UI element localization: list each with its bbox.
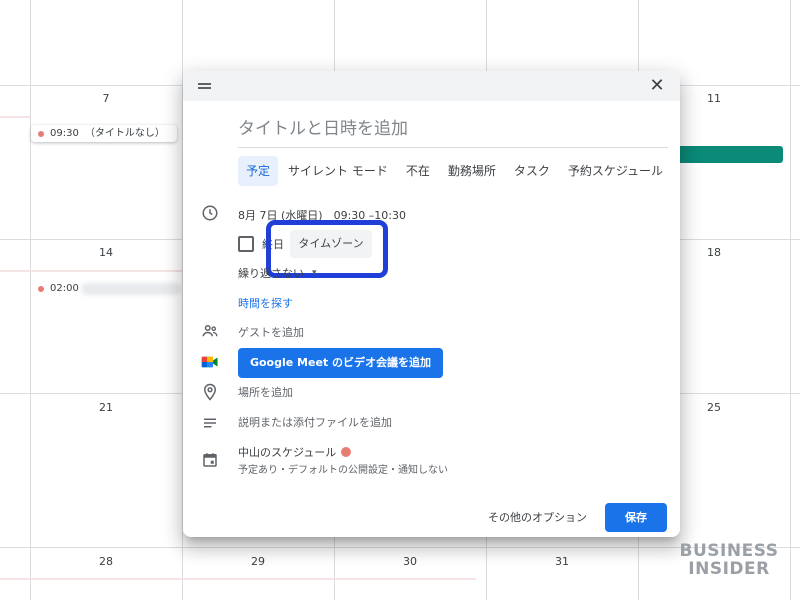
repeat-select[interactable]: 繰り返さない ▾ (238, 265, 317, 281)
tab-event[interactable]: 予定 (238, 156, 279, 186)
calendar-color-dot (341, 447, 352, 457)
tab-out-of-office[interactable]: 不在 (398, 156, 438, 186)
event-chip[interactable]: 02:00 (38, 281, 181, 297)
event-time: 09:30 (50, 127, 79, 139)
location-pin-icon (201, 383, 221, 403)
add-google-meet-button[interactable]: Google Meet のビデオ会議を追加 (238, 348, 443, 378)
day-number[interactable]: 21 (86, 401, 126, 414)
people-icon (201, 322, 221, 342)
event-time: 02:00 (50, 283, 79, 294)
add-location-row[interactable]: 場所を追加 (238, 384, 293, 400)
find-time-row[interactable]: 時間を探す (238, 295, 293, 311)
add-guests-text[interactable]: ゲストを追加 (238, 324, 304, 340)
day-number[interactable]: 7 (86, 92, 126, 105)
close-icon[interactable]: ✕ (648, 77, 666, 95)
tab-focus[interactable]: サイレント モード (280, 156, 396, 186)
add-description-row[interactable]: 説明または添付ファイルを追加 (238, 414, 392, 430)
day-number[interactable]: 29 (238, 555, 278, 568)
event-chip[interactable]: 09:30 （タイトルなし） (31, 125, 177, 142)
add-location-text[interactable]: 場所を追加 (238, 384, 293, 400)
all-day-label: 終日 (262, 238, 284, 251)
day-number[interactable]: 30 (390, 555, 430, 568)
more-options-button[interactable]: その他のオプション (488, 509, 587, 525)
event-type-tabs: 予定 サイレント モード 不在 勤務場所 タスク 予約スケジュール (238, 156, 673, 186)
day-number[interactable]: 11 (694, 92, 734, 105)
day-number[interactable]: 18 (694, 246, 734, 259)
find-time-link[interactable]: 時間を探す (238, 295, 293, 311)
google-meet-icon (201, 354, 221, 374)
event-color-dot (38, 130, 44, 137)
repeat-label: 繰り返さない (238, 267, 304, 280)
calendar-name: 中山のスケジュール (238, 446, 337, 459)
description-icon (201, 414, 221, 434)
calendar-detail: 予定あり・デフォルトの公開設定・通知しない (238, 465, 448, 476)
tab-working-location[interactable]: 勤務場所 (440, 156, 504, 186)
tab-task[interactable]: タスク (506, 156, 558, 186)
date-time-text[interactable]: 8月 7日 (水曜日) 09:30 –10:30 (238, 207, 406, 223)
blurred-event-title (80, 283, 181, 295)
watermark-line2: INSIDER (688, 559, 770, 579)
drag-handle-icon[interactable] (198, 83, 211, 89)
add-description-text[interactable]: 説明または添付ファイルを追加 (238, 414, 392, 430)
clock-icon (201, 204, 221, 224)
event-color-dot (38, 286, 44, 292)
date-time-row[interactable]: 8月 7日 (水曜日) 09:30 –10:30 (238, 207, 406, 223)
all-day-checkbox[interactable] (238, 236, 254, 252)
day-number[interactable]: 14 (86, 246, 126, 259)
event-title-input[interactable] (238, 115, 668, 148)
save-button[interactable]: 保存 (605, 503, 667, 532)
day-number[interactable]: 28 (86, 555, 126, 568)
calendar-select[interactable]: 中山のスケジュール (238, 444, 352, 460)
quick-event-dialog: ✕ 予定 サイレント モード 不在 勤務場所 タスク 予約スケジュール 8月 7… (183, 71, 680, 537)
dialog-header[interactable]: ✕ (183, 71, 680, 101)
all-day-event-bar[interactable] (676, 146, 783, 163)
all-day-row[interactable]: 終日 (238, 236, 284, 252)
add-guests-row[interactable]: ゲストを追加 (238, 324, 304, 340)
day-number[interactable]: 31 (542, 555, 582, 568)
business-insider-logo: BUSINESS INSIDER (675, 542, 783, 578)
event-title: （タイトルなし） (84, 127, 165, 139)
calendar-icon (201, 451, 221, 471)
timezone-button[interactable]: タイムゾーン (290, 230, 372, 258)
day-number[interactable]: 25 (694, 401, 734, 414)
watermark-line1: BUSINESS (679, 541, 779, 561)
calendar-detail-row: 予定あり・デフォルトの公開設定・通知しない (238, 461, 448, 476)
chevron-down-icon: ▾ (312, 268, 317, 278)
tab-appointment-schedule[interactable]: 予約スケジュール (560, 156, 671, 186)
